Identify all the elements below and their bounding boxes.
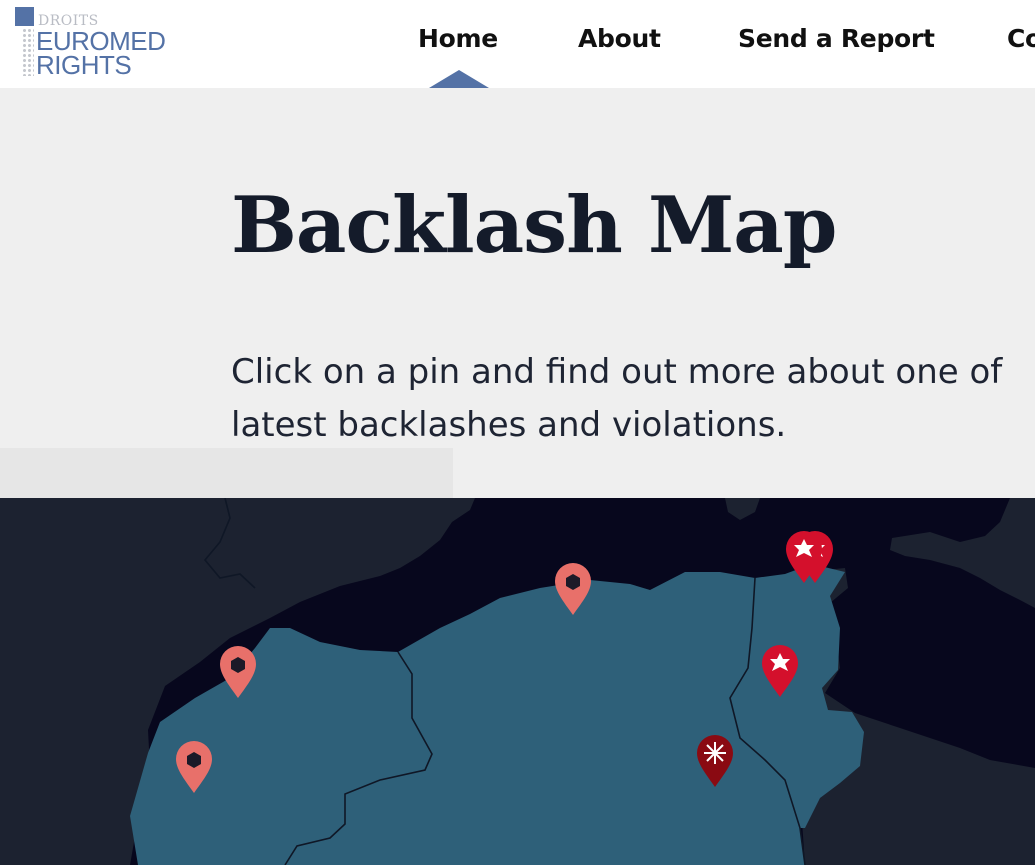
- hero-intro-line-2: latest backlashes and violations.: [231, 405, 787, 445]
- hero-intro: Click on a pin and find out more about o…: [231, 346, 1035, 452]
- hero-stripe: [0, 448, 453, 498]
- main-nav: Home About Send a Report Co: [0, 0, 1035, 88]
- hero-intro-line-1: Click on a pin and find out more about o…: [231, 352, 1003, 392]
- burst-icon: [704, 742, 726, 764]
- land-sicily-italy: [890, 498, 1035, 608]
- nav-home[interactable]: Home: [418, 24, 498, 53]
- hero-section: Backlash Map Click on a pin and find out…: [0, 88, 1035, 498]
- nav-about[interactable]: About: [578, 24, 661, 53]
- land-sardinia: [725, 498, 760, 520]
- nav-send-a-report[interactable]: Send a Report: [738, 24, 935, 53]
- site-header: DROITS EUROMED RIGHTS Home About Send a …: [0, 0, 1035, 88]
- backlash-map[interactable]: [0, 498, 1035, 865]
- active-nav-indicator-icon: [429, 70, 489, 88]
- page-title: Backlash Map: [231, 180, 837, 271]
- map-canvas[interactable]: [0, 498, 1035, 865]
- nav-contact[interactable]: Co: [1007, 24, 1035, 53]
